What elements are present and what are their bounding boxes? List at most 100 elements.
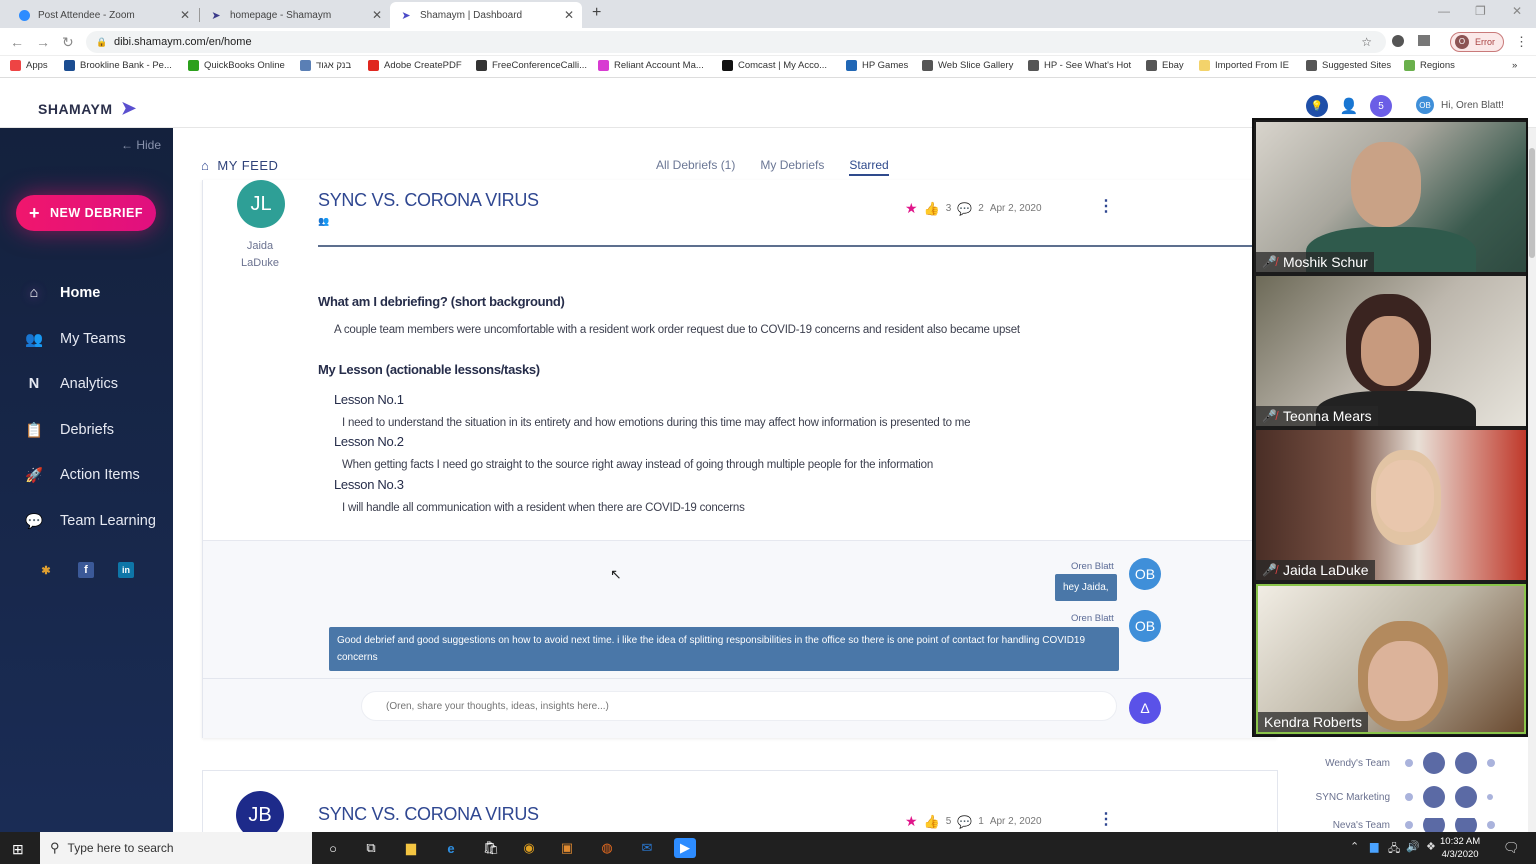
hide-sidebar-button[interactable]: ← Hide	[121, 138, 161, 152]
bookmark-item[interactable]: Suggested Sites	[1306, 60, 1391, 71]
star-icon[interactable]: ★	[905, 813, 918, 830]
facebook-icon[interactable]: f	[78, 562, 94, 578]
more-bookmarks-icon[interactable]: »	[1512, 60, 1517, 71]
video-tile-active-speaker[interactable]: Kendra Roberts	[1256, 584, 1526, 734]
debrief-title[interactable]: SYNC VS. CORONA VIRUS	[318, 804, 539, 825]
bookmark-item[interactable]: Imported From IE	[1199, 60, 1289, 71]
extension-icon[interactable]	[1392, 35, 1404, 47]
user-info-icon[interactable]: 👤	[1338, 95, 1360, 117]
close-tab-icon[interactable]: ✕	[180, 8, 190, 22]
sidebar-item-team-learning[interactable]: 💬 Team Learning	[24, 511, 156, 531]
notifications-bell-icon[interactable]: 5	[1370, 95, 1392, 117]
debrief-title[interactable]: SYNC VS. CORONA VIRUS	[318, 190, 539, 211]
tab-my-debriefs[interactable]: My Debriefs	[760, 158, 824, 176]
video-tile[interactable]: 🎤̸ Moshik Schur	[1256, 122, 1526, 272]
shamaym-logo[interactable]: SHAMAYM ➤	[38, 98, 137, 119]
sidebar-item-my-teams[interactable]: 👥 My Teams	[24, 329, 126, 349]
sidebar-item-home[interactable]: ⌂ Home	[24, 283, 101, 303]
media-player-icon[interactable]: ▣	[556, 838, 578, 858]
extension-flag-icon[interactable]	[1418, 35, 1430, 46]
dropbox-icon[interactable]: ❖	[1426, 840, 1436, 853]
bookmark-item[interactable]: HP - See What's Hot	[1028, 60, 1131, 71]
edge-icon[interactable]: e	[440, 838, 462, 858]
cortana-icon[interactable]: ○	[322, 838, 344, 858]
comment-icon[interactable]: 💬	[957, 815, 972, 829]
video-tile[interactable]: 🎤̸ Teonna Mears	[1256, 276, 1526, 426]
like-icon[interactable]: 👍	[924, 814, 940, 830]
page-scrollbar[interactable]	[1528, 128, 1536, 832]
team-dot	[1405, 759, 1413, 767]
action-center-icon[interactable]: 🗨	[1503, 840, 1520, 856]
comment-input[interactable]	[361, 691, 1117, 721]
bookmark-item[interactable]: Web Slice Gallery	[922, 60, 1013, 71]
author-name[interactable]: Jaida LaDuke	[235, 238, 285, 272]
tray-chevron-icon[interactable]: ⌃	[1350, 840, 1359, 853]
video-tile[interactable]: 🎤̸ Jaida LaDuke	[1256, 430, 1526, 580]
bookmark-item[interactable]: Comcast | My Acco...	[722, 60, 827, 71]
windows-start-icon[interactable]: ⊞	[12, 841, 24, 858]
bookmark-star-icon[interactable]: ☆	[1361, 31, 1372, 53]
scrollbar-thumb[interactable]	[1529, 148, 1535, 258]
forward-button[interactable]: →	[36, 34, 50, 50]
store-icon[interactable]: 🛍	[480, 838, 502, 858]
outlook-icon[interactable]: ✉	[636, 838, 658, 858]
comment-icon[interactable]: 💬	[957, 202, 972, 216]
bookmark-item[interactable]: Adobe CreatePDF	[368, 60, 462, 71]
restore-button[interactable]: ❐	[1475, 4, 1486, 18]
user-greeting[interactable]: OB Hi, Oren Blatt!	[1416, 96, 1504, 114]
bookmark-item[interactable]: Ebay	[1146, 60, 1184, 71]
star-icon[interactable]: ★	[905, 200, 918, 217]
close-tab-icon[interactable]: ✕	[564, 8, 574, 22]
bookmark-item[interactable]: QuickBooks Online	[188, 60, 285, 71]
bookmark-item[interactable]: Reliant Account Ma...	[598, 60, 704, 71]
sidebar-item-debriefs[interactable]: 📋 Debriefs	[24, 420, 114, 440]
bookmark-item[interactable]: Brookline Bank - Pe...	[64, 60, 172, 71]
tray-app-icon[interactable]: ▆	[1370, 840, 1378, 853]
close-window-button[interactable]: ✕	[1512, 4, 1522, 18]
bookmark-item[interactable]: Apps	[10, 60, 48, 71]
zoom-taskbar-icon[interactable]: ▶	[674, 838, 696, 858]
tab-shamaym-dashboard[interactable]: ➤ Shamaym | Dashboard ✕	[390, 2, 582, 28]
slack-icon[interactable]: ✱	[38, 562, 54, 578]
sidebar-item-action-items[interactable]: 🚀 Action Items	[24, 465, 140, 485]
new-debrief-button[interactable]: + NEW DEBRIEF	[16, 195, 156, 231]
commenter-avatar[interactable]: OB	[1129, 558, 1161, 590]
network-icon[interactable]: 🖧	[1388, 840, 1400, 859]
taskbar-search[interactable]: ⚲ Type here to search	[40, 832, 312, 864]
task-view-icon[interactable]: ⧉	[360, 838, 382, 858]
reload-button[interactable]: ↻	[62, 34, 74, 51]
profile-error-button[interactable]: O Error	[1450, 32, 1504, 52]
team-row[interactable]: SYNC Marketing	[1300, 786, 1498, 808]
tab-all-debriefs[interactable]: All Debriefs (1)	[656, 158, 735, 176]
file-explorer-icon[interactable]: ▆	[400, 838, 422, 858]
team-row[interactable]: Neva's Team	[1300, 818, 1500, 832]
bookmark-item[interactable]: FreeConferenceCalli...	[476, 60, 587, 71]
firefox-icon[interactable]: ◍	[596, 838, 618, 858]
volume-icon[interactable]: 🔊	[1406, 840, 1420, 853]
comment-bubble: hey Jaida,	[1055, 574, 1117, 601]
browser-menu-icon[interactable]: ⋮	[1515, 34, 1528, 50]
taskbar-clock[interactable]: 10:32 AM 4/3/2020	[1440, 835, 1480, 861]
post-menu-icon[interactable]: ⋮	[1098, 196, 1114, 216]
url-input[interactable]: 🔒 dibi.shamaym.com/en/home ☆	[86, 31, 1386, 53]
commenter-avatar[interactable]: OB	[1129, 610, 1161, 642]
send-comment-button[interactable]: Δ	[1129, 692, 1161, 724]
new-tab-button[interactable]: +	[592, 4, 601, 22]
minimize-button[interactable]: —	[1438, 4, 1450, 18]
bookmark-item[interactable]: Regions	[1404, 60, 1455, 71]
bookmark-item[interactable]: HP Games	[846, 60, 908, 71]
post-menu-icon[interactable]: ⋮	[1098, 809, 1114, 829]
close-tab-icon[interactable]: ✕	[372, 8, 382, 22]
chrome-icon[interactable]: ◉	[518, 838, 540, 858]
back-button[interactable]: ←	[10, 34, 24, 50]
tab-post-attendee-zoom[interactable]: Post Attendee - Zoom ✕	[8, 2, 198, 28]
bookmark-item[interactable]: בנק אגוד	[300, 60, 351, 71]
like-icon[interactable]: 👍	[924, 201, 940, 217]
tab-starred[interactable]: Starred	[849, 158, 889, 176]
linkedin-icon[interactable]: in	[118, 562, 134, 578]
team-row[interactable]: Wendy's Team	[1300, 752, 1500, 774]
sidebar-item-analytics[interactable]: N Analytics	[24, 374, 118, 394]
author-avatar[interactable]: JL	[237, 180, 285, 228]
lightbulb-icon[interactable]: 💡	[1306, 95, 1328, 117]
tab-homepage-shamaym[interactable]: ➤ homepage - Shamaym ✕	[200, 2, 390, 28]
